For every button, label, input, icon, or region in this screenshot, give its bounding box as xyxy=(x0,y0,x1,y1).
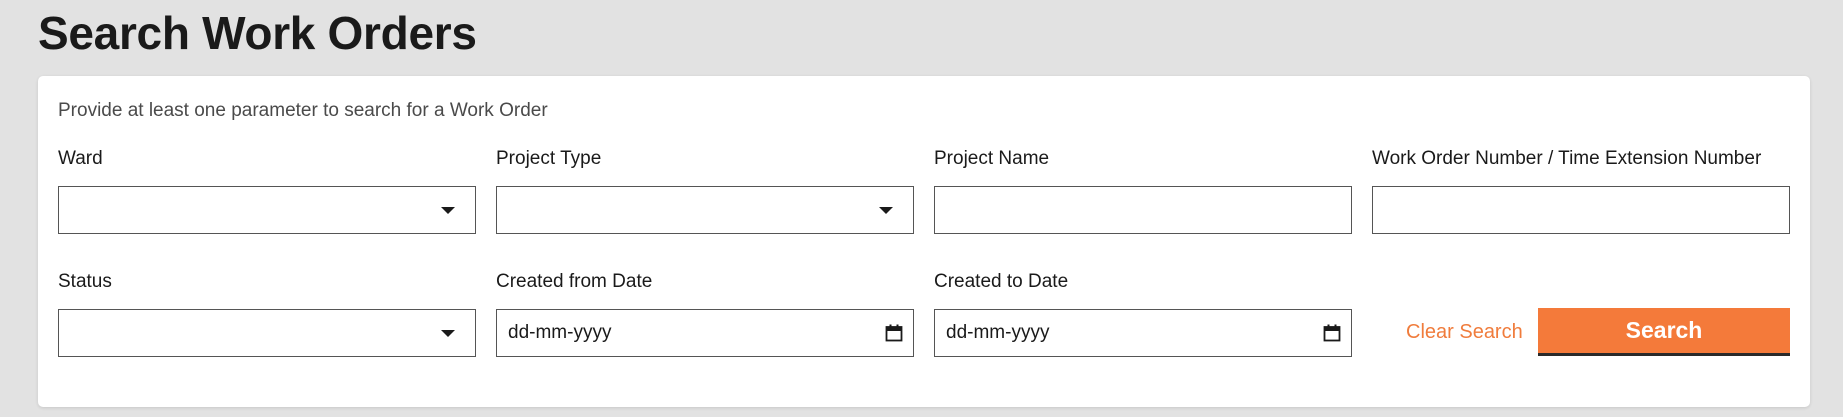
project-type-select[interactable] xyxy=(496,186,914,234)
chevron-down-icon xyxy=(441,330,455,337)
work-order-number-field: Work Order Number / Time Extension Numbe… xyxy=(1372,148,1790,234)
project-name-field: Project Name xyxy=(934,148,1352,234)
created-from-field: Created from Date dd-mm-yyyy xyxy=(496,271,914,357)
ward-field: Ward xyxy=(58,148,476,234)
work-order-number-input[interactable] xyxy=(1372,186,1790,234)
ward-label: Ward xyxy=(58,148,103,169)
created-from-label: Created from Date xyxy=(496,271,653,292)
project-name-label: Project Name xyxy=(934,148,1050,169)
form-hint: Provide at least one parameter to search… xyxy=(58,100,548,121)
project-type-label: Project Type xyxy=(496,148,602,169)
created-to-value: dd-mm-yyyy xyxy=(946,322,1050,343)
calendar-icon[interactable] xyxy=(1323,324,1341,342)
search-form-card: Provide at least one parameter to search… xyxy=(38,76,1810,407)
work-order-number-label: Work Order Number / Time Extension Numbe… xyxy=(1372,148,1762,169)
calendar-icon[interactable] xyxy=(885,324,903,342)
search-button[interactable]: Search xyxy=(1538,308,1790,356)
status-field: Status xyxy=(58,271,476,357)
page-title: Search Work Orders xyxy=(38,7,477,59)
project-type-field: Project Type xyxy=(496,148,914,234)
created-to-date-input[interactable]: dd-mm-yyyy xyxy=(934,309,1352,357)
ward-select[interactable] xyxy=(58,186,476,234)
created-to-label: Created to Date xyxy=(934,271,1069,292)
project-name-input[interactable] xyxy=(934,186,1352,234)
clear-search-link[interactable]: Clear Search xyxy=(1406,321,1523,344)
chevron-down-icon xyxy=(441,207,455,214)
chevron-down-icon xyxy=(879,207,893,214)
created-to-field: Created to Date dd-mm-yyyy xyxy=(934,271,1352,357)
created-from-value: dd-mm-yyyy xyxy=(508,322,612,343)
status-label: Status xyxy=(58,271,112,292)
created-from-date-input[interactable]: dd-mm-yyyy xyxy=(496,309,914,357)
status-select[interactable] xyxy=(58,309,476,357)
